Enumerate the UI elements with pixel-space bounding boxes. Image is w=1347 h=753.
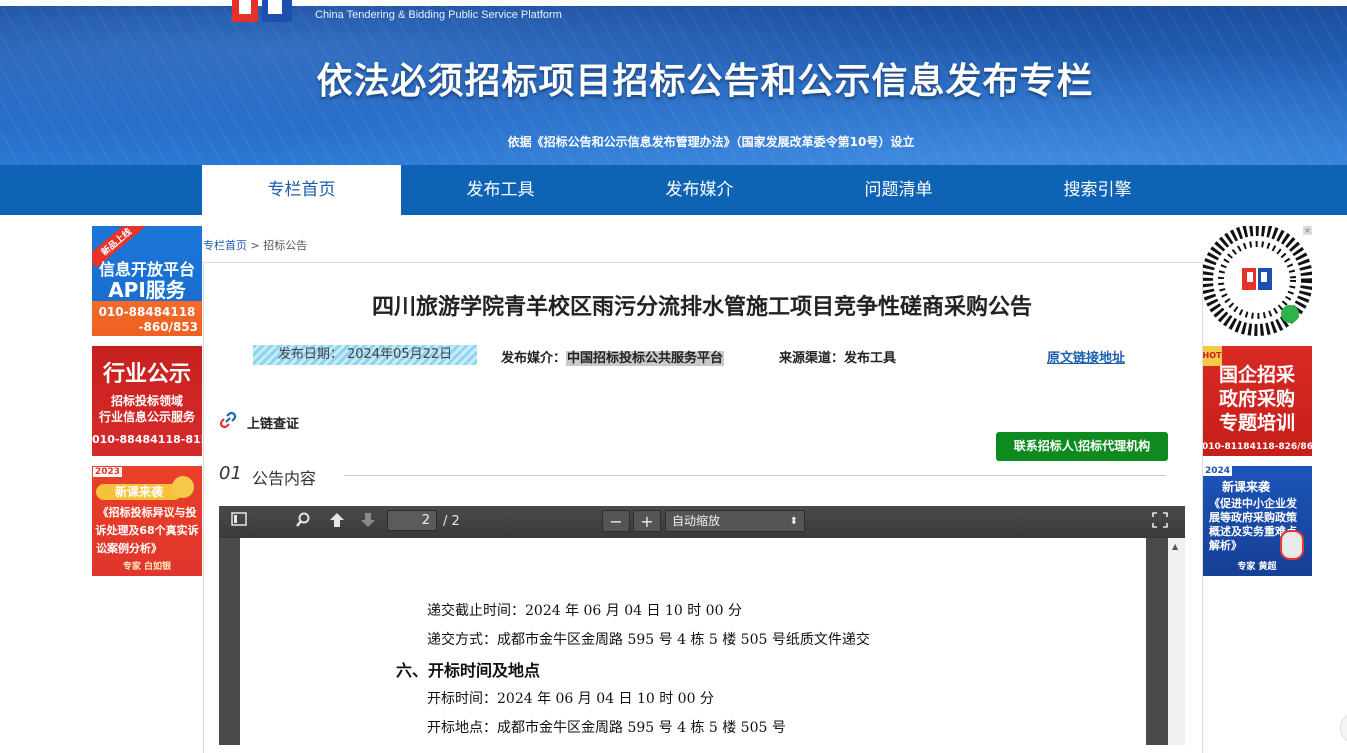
ad-phone: 010-88484118 [98, 305, 196, 319]
source-channel-label: 来源渠道： [779, 351, 845, 366]
nav-item-home[interactable]: 专栏首页 [202, 165, 401, 215]
page-title: 四川旅游学院青羊校区雨污分流排水管施工项目竞争性磋商采购公告 [371, 295, 1032, 320]
ad-course-2023[interactable]: 2023 新课来袭 《招标投标异议与投 诉处理及68个真实诉 讼案例分析》 专家… [92, 466, 202, 576]
breadcrumb-current: 招标公告 [263, 239, 308, 252]
pdf-text-line: 递交截止时间：2024 年 06 月 04 日 10 时 00 分 [427, 603, 742, 619]
coin-icon [172, 476, 194, 498]
chain-link-icon[interactable] [218, 410, 238, 430]
section-number: 01 [219, 463, 242, 484]
ad-expert: 专家 黄超 [1237, 562, 1277, 572]
pdf-text-line: 递交方式：成都市金牛区金周路 595 号 4 栋 5 楼 505 号纸质文件递交 [427, 632, 870, 648]
ad-line: 政府采购 [1218, 388, 1295, 410]
publish-media-label: 发布媒介： [501, 351, 567, 366]
floating-action-button[interactable] [1340, 712, 1347, 744]
ad-industry-notice[interactable]: 行业公示 招标投标领域 行业信息公示服务 010-88484118-815 [92, 346, 202, 456]
qr-code-icon [1202, 226, 1312, 336]
ad-line: 行业公示 [102, 362, 191, 387]
page-number-input[interactable]: 2 [387, 510, 437, 531]
publish-media-value: 中国招标投标公共服务平台 [566, 351, 725, 366]
ad-line: 诉处理及68个真实诉 [95, 524, 199, 537]
breadcrumb-home-link[interactable]: 专栏首页 [203, 239, 247, 252]
contact-agency-button[interactable]: 联系招标人\招标代理机构 [996, 432, 1168, 461]
zoom-in-button[interactable]: + [633, 510, 661, 532]
original-link[interactable]: 原文链接地址 [1047, 347, 1125, 366]
nav-item-publish-tools[interactable]: 发布工具 [401, 165, 600, 215]
ad-phone: 010-81184118-826/862 [1202, 442, 1312, 452]
ad-line: API服务 [108, 278, 186, 302]
section-divider [344, 475, 1166, 476]
publish-date-label: 发布日期： [277, 347, 343, 362]
select-caret-icon: ⬍ [789, 516, 798, 527]
ad-expert: 专家 白如银 [122, 562, 172, 572]
chain-verify-label[interactable]: 上链查证 [247, 413, 299, 432]
ad-line: 专题培训 [1218, 412, 1295, 434]
pdf-text-line: 开标地点：成都市金牛区金周路 595 号 4 栋 5 楼 505 号 [427, 720, 786, 736]
breadcrumb: 专栏首页 > 招标公告 [203, 237, 307, 253]
breadcrumb-separator: > [250, 239, 260, 252]
platform-name-en: China Tendering & Bidding Public Service… [315, 9, 562, 21]
zoom-select-value: 自动缩放 [672, 514, 721, 528]
next-page-icon[interactable] [358, 512, 378, 532]
publish-date: 发布日期： 2024年05月22日 [253, 345, 477, 365]
nav-item-faq[interactable]: 问题清单 [799, 165, 998, 215]
pdf-scrollbar[interactable]: ▲ [1168, 538, 1185, 745]
pdf-heading-line: 六、开标时间及地点 [396, 661, 541, 680]
sidebar-toggle-icon[interactable] [229, 512, 249, 532]
source-channel: 来源渠道：发布工具 [779, 347, 896, 366]
ad-new-course-tag: 新课来袭 [96, 484, 182, 500]
rocket-icon [1280, 530, 1304, 560]
main-nav: 专栏首页 发布工具 发布媒介 问题清单 搜索引擎 [0, 165, 1347, 215]
ad-line: 国企招采 [1218, 364, 1295, 386]
source-channel-value: 发布工具 [844, 351, 897, 366]
close-icon[interactable]: × [1303, 226, 1312, 235]
zoom-select[interactable]: 自动缩放 ⬍ [665, 510, 805, 532]
pdf-text-line: 开标时间：2024 年 06 月 04 日 10 时 00 分 [427, 691, 714, 707]
ad-line: 讼案例分析》 [96, 542, 162, 555]
platform-logo-icon[interactable] [232, 0, 294, 26]
ad-new-course-tag: 新课来袭 [1222, 480, 1271, 494]
ad-year: 2023 [93, 467, 123, 477]
zoom-out-button[interactable]: − [602, 510, 630, 532]
ad-line: 《招标投标异议与投 [97, 506, 197, 519]
ad-api-service[interactable]: 新品上线 信息开放平台 API服务 010-88484118 -860/853 [92, 226, 202, 336]
ad-line: 招标投标领域 [110, 394, 183, 408]
qr-code-ad[interactable]: × [1202, 226, 1312, 336]
fullscreen-icon[interactable] [1150, 512, 1170, 532]
scroll-up-icon[interactable]: ▲ [1172, 542, 1178, 551]
publish-date-value: 2024年05月22日 [346, 347, 453, 362]
ad-year: 2024 [1203, 466, 1233, 476]
search-icon[interactable] [293, 512, 313, 532]
ad-course-2024[interactable]: 2024 新课来袭 《促进中小企业发 展等政府采购政策 概述及实务重难点 解析》… [1202, 466, 1312, 576]
previous-page-icon[interactable] [327, 512, 347, 532]
ad-phone: 010-88484118-815 [92, 433, 202, 446]
top-strip [0, 0, 1347, 6]
banner-subtitle: 依据《招标公告和公示信息发布管理办法》（国家发展改革委令第10号）设立 [507, 135, 915, 149]
ad-line: 行业信息公示服务 [98, 410, 195, 424]
banner-title: 依法必须招标项目招标公告和公示信息发布专栏 [316, 61, 1094, 102]
ad-procurement-training[interactable]: HOT 国企招采 政府采购 专题培训 010-81184118-826/862 [1202, 346, 1312, 456]
nav-item-search-engine[interactable]: 搜索引擎 [998, 165, 1197, 215]
section-title: 公告内容 [252, 469, 317, 488]
publish-media: 发布媒介：中国招标投标公共服务平台 [501, 347, 725, 366]
ad-phone: -860/853 [138, 320, 198, 334]
page-total: / 2 [443, 514, 460, 529]
nav-item-publish-media[interactable]: 发布媒介 [600, 165, 799, 215]
